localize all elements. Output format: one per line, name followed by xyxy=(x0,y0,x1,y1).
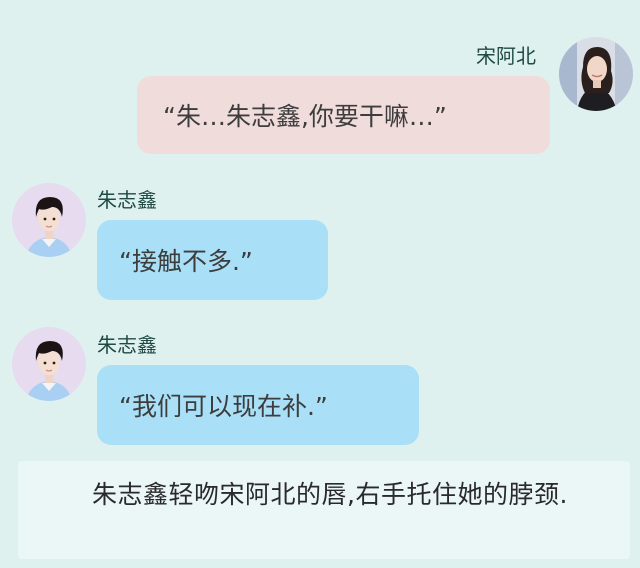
message-text: “我们可以现在补.” xyxy=(119,392,328,421)
message-bubble: “朱…朱志鑫,你要干嘛…” xyxy=(137,76,550,154)
chat-conversation: 宋阿北 “朱…朱志鑫,你要干嘛…” 朱志鑫 “接触不多.” 朱志鑫 “我们可以现… xyxy=(0,0,640,568)
male-portrait-icon xyxy=(12,183,86,257)
female-portrait-icon xyxy=(559,37,633,111)
sender-name: 朱志鑫 xyxy=(97,188,157,212)
avatar-song-abei[interactable] xyxy=(559,37,633,111)
message-bubble: “我们可以现在补.” xyxy=(97,365,419,445)
avatar-zhu-zhixin[interactable] xyxy=(12,327,86,401)
message-text: “朱…朱志鑫,你要干嘛…” xyxy=(163,102,447,131)
sender-name: 朱志鑫 xyxy=(97,333,157,357)
male-portrait-icon xyxy=(12,327,86,401)
sender-name: 宋阿北 xyxy=(476,44,536,68)
avatar-zhu-zhixin[interactable] xyxy=(12,183,86,257)
narration-text: 朱志鑫轻吻宋阿北的唇,右手托住她的脖颈. xyxy=(18,461,630,559)
message-bubble: “接触不多.” xyxy=(97,220,328,300)
message-text: “接触不多.” xyxy=(119,247,253,276)
